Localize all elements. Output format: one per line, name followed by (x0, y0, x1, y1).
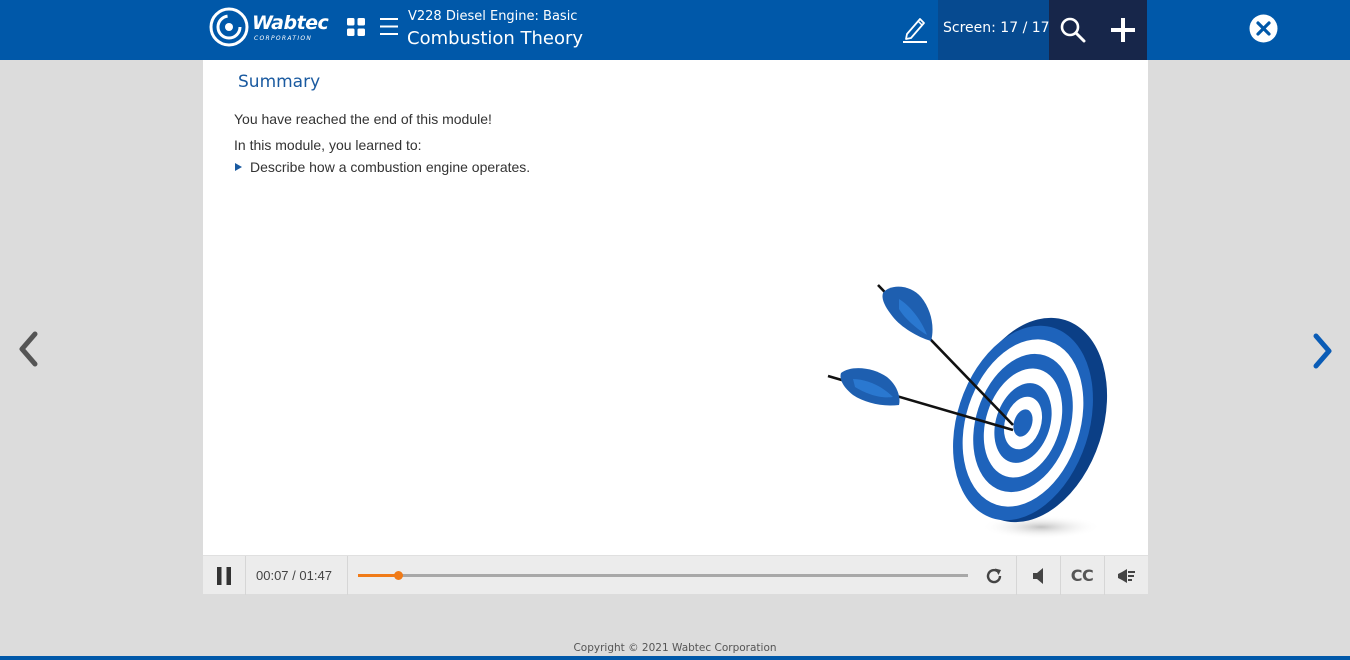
target-with-arrows-image (827, 284, 1108, 539)
current-time: 00:07 (256, 568, 289, 583)
volume-button[interactable] (1017, 556, 1059, 595)
bullet-arrow-icon (235, 163, 242, 171)
close-icon[interactable] (1249, 14, 1278, 43)
chevron-left-icon[interactable] (15, 330, 41, 368)
pencil-icon[interactable] (902, 14, 928, 44)
chevron-right-icon[interactable] (1310, 332, 1336, 370)
course-subtitle: V228 Diesel Engine: Basic (408, 9, 578, 24)
media-player-bar: 00:07 / 01:47 CC (203, 555, 1148, 595)
learned-intro-text: In this module, you learned to: (234, 137, 422, 153)
time-separator: / (288, 568, 300, 583)
top-header: Wabtec CORPORATION V228 Diesel Engine: B… (0, 0, 1350, 60)
transcript-button[interactable] (1105, 556, 1148, 595)
objective-text: Describe how a combustion engine operate… (250, 159, 531, 175)
plus-icon[interactable] (1110, 17, 1136, 43)
cc-icon: CC (1070, 566, 1094, 585)
pause-icon (217, 566, 231, 585)
wabtec-logo-icon (209, 7, 249, 47)
screen-counter: Screen: 17 / 17 (943, 20, 1050, 36)
copyright-text: Copyright © 2021 Wabtec Corporation (573, 642, 777, 654)
grid-icon[interactable] (347, 18, 365, 36)
bottom-bar (0, 656, 1350, 660)
search-icon[interactable] (1060, 17, 1086, 43)
closed-captions-button[interactable]: CC (1061, 556, 1103, 595)
menu-icon[interactable] (380, 18, 398, 35)
total-time: 01:47 (299, 568, 332, 583)
divider (245, 556, 246, 595)
progress-fill (358, 574, 398, 577)
list-item: Describe how a combustion engine operate… (234, 159, 530, 175)
replay-icon (986, 568, 1002, 583)
slide-content: Summary You have reached the end of this… (203, 60, 1148, 555)
transcript-icon (1117, 568, 1135, 583)
logo-subtext: CORPORATION (254, 35, 313, 42)
course-title: Combustion Theory (407, 28, 584, 49)
slide-title: Summary (238, 72, 321, 92)
pause-button[interactable] (203, 556, 245, 595)
wabtec-logo: Wabtec CORPORATION (208, 6, 333, 50)
time-display: 00:07 / 01:47 (256, 568, 332, 583)
progress-slider[interactable] (358, 571, 968, 580)
replay-button[interactable] (973, 556, 1015, 595)
volume-icon (1033, 567, 1043, 584)
logo-text: Wabtec (252, 12, 329, 34)
divider (347, 556, 348, 595)
progress-handle[interactable] (393, 571, 403, 580)
completion-text: You have reached the end of this module! (234, 111, 492, 127)
